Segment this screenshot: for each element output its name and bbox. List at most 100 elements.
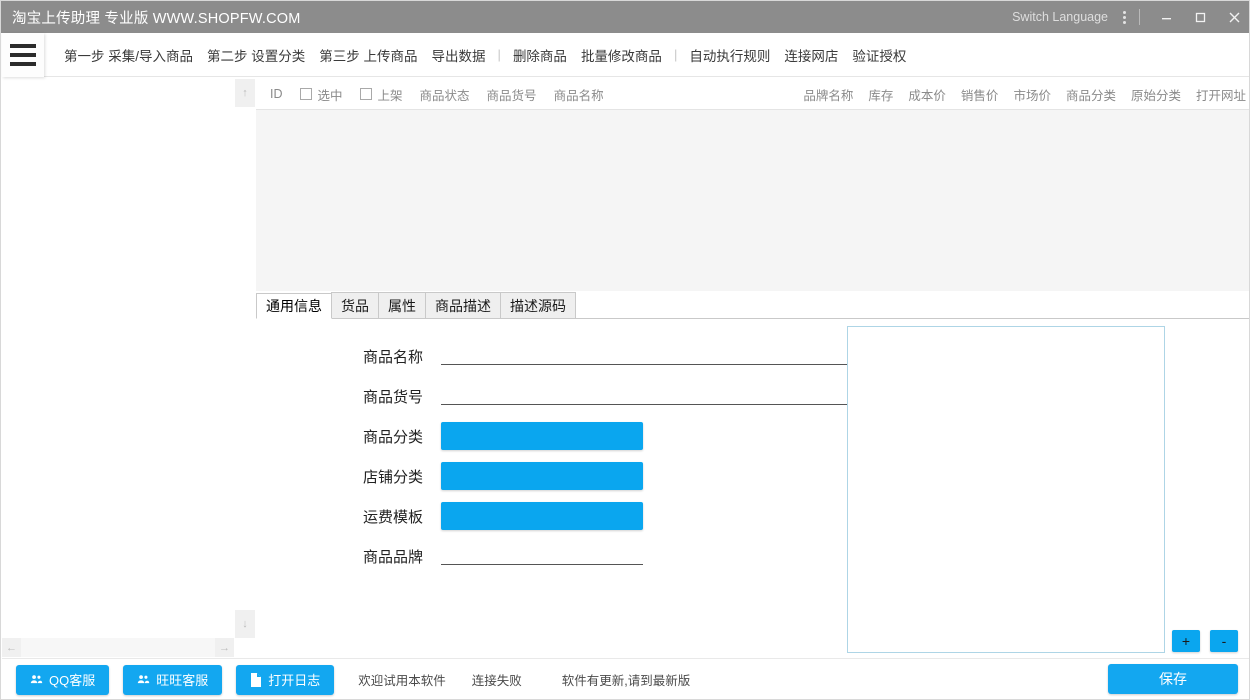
table-column-header-选中[interactable]: 选中 bbox=[299, 85, 343, 104]
table-column-header-ID[interactable]: ID bbox=[270, 87, 283, 101]
form-label: 商品货号 bbox=[362, 388, 423, 406]
form-label: 店铺分类 bbox=[362, 468, 423, 486]
menu-divider: | bbox=[497, 47, 501, 62]
remove-image-button[interactable]: - bbox=[1210, 630, 1238, 652]
scroll-down-icon[interactable]: ↓ bbox=[235, 610, 255, 638]
titlebar-divider bbox=[1139, 9, 1140, 25]
menu-divider: | bbox=[673, 47, 678, 62]
button-打开日志[interactable]: 打开日志 bbox=[236, 664, 335, 695]
status-text-2: 软件有更新,请到最新版 bbox=[561, 674, 691, 688]
people-icon bbox=[137, 673, 150, 686]
window-title: 淘宝上传助理 专业版 WWW.SHOPFW.COM bbox=[12, 10, 301, 27]
tab-2[interactable]: 属性 bbox=[378, 292, 426, 318]
form-label: 商品分类 bbox=[362, 428, 423, 446]
table-column-header-品牌名称[interactable]: 品牌名称 bbox=[803, 85, 853, 104]
table-column-header-成本价[interactable]: 成本价 bbox=[908, 85, 946, 104]
product-table: ID 选中 上架 商品状态 商品货号 商品名称 品牌名称 库存 成本价 销售价 市场价 商品分类 原始… bbox=[256, 79, 1249, 291]
table-column-header-库存[interactable]: 库存 bbox=[868, 85, 893, 104]
column-label: 市场价 bbox=[1013, 88, 1051, 103]
table-column-header-打开网址[interactable]: 打开网址 bbox=[1196, 85, 1246, 104]
table-body[interactable] bbox=[256, 110, 1249, 291]
tab-4[interactable]: 描述源码 bbox=[500, 292, 576, 318]
table-column-header-商品分类[interactable]: 商品分类 bbox=[1066, 85, 1116, 104]
checkbox-上架[interactable] bbox=[359, 88, 372, 100]
form-row-商品货号: 商品货号 bbox=[256, 381, 861, 411]
form-label: 商品名称 bbox=[362, 348, 423, 366]
minimize-icon[interactable] bbox=[1149, 1, 1183, 33]
application-window: 淘宝上传助理 专业版 WWW.SHOPFW.COM Switch Languag… bbox=[0, 0, 1250, 700]
dropdown-运费模板[interactable] bbox=[441, 502, 643, 530]
form-row-商品品牌: 商品品牌 bbox=[256, 541, 643, 571]
table-column-header-原始分类[interactable]: 原始分类 bbox=[1131, 85, 1181, 104]
vertical-scrollbar[interactable]: ↑ ↓ bbox=[235, 79, 255, 657]
form-row-商品名称: 商品名称 bbox=[256, 341, 861, 371]
table-column-header-市场价[interactable]: 市场价 bbox=[1013, 85, 1051, 104]
checkbox-选中[interactable] bbox=[299, 88, 312, 100]
column-label: 库存 bbox=[868, 88, 894, 103]
status-text-1: 连接失败 bbox=[471, 674, 522, 688]
column-label: 品牌名称 bbox=[803, 88, 854, 103]
menu-item-3[interactable]: 导出数据 bbox=[425, 41, 493, 69]
scroll-up-icon[interactable]: ↑ bbox=[235, 79, 255, 107]
column-label: 商品分类 bbox=[1065, 88, 1116, 103]
input-商品名称[interactable] bbox=[441, 348, 861, 365]
main-menu-bar: 第一步 采集/导入商品 第二步 设置分类 第三步 上传商品 导出数据 | 删除商品 批量修改… bbox=[44, 33, 1249, 77]
table-header-left-group: ID 选中 上架 商品状态 商品货号 商品名称 bbox=[256, 85, 604, 104]
horizontal-scroll-track[interactable] bbox=[21, 638, 215, 657]
detail-tabs: 通用信息 货品 属性 商品描述 描述源码 bbox=[256, 292, 1249, 319]
menu-item-9[interactable]: 连接网店 bbox=[777, 41, 845, 69]
maximize-icon[interactable] bbox=[1183, 1, 1217, 33]
more-options-icon[interactable] bbox=[1114, 1, 1134, 33]
table-column-header-商品名称[interactable]: 商品名称 bbox=[554, 85, 604, 104]
status-text-0: 欢迎试用本软件 bbox=[358, 674, 446, 688]
menu-item-0[interactable]: 第一步 采集/导入商品 bbox=[57, 41, 200, 69]
button-label: 旺旺客服 bbox=[156, 673, 209, 688]
tab-0[interactable]: 通用信息 bbox=[256, 293, 332, 319]
scroll-left-icon[interactable]: ← bbox=[2, 638, 21, 657]
close-icon[interactable] bbox=[1217, 1, 1249, 33]
column-label: 选中 bbox=[317, 88, 343, 103]
table-column-header-上架[interactable]: 上架 bbox=[359, 85, 403, 104]
table-header-row: ID 选中 上架 商品状态 商品货号 商品名称 品牌名称 库存 成本价 销售价 市场价 商品分类 原始… bbox=[256, 79, 1249, 110]
form-row-店铺分类: 店铺分类 bbox=[256, 461, 643, 491]
column-label: ID bbox=[270, 87, 283, 101]
column-label: 成本价 bbox=[908, 88, 946, 103]
column-label: 销售价 bbox=[960, 88, 999, 103]
title-bar: 淘宝上传助理 专业版 WWW.SHOPFW.COM Switch Languag… bbox=[1, 1, 1249, 33]
column-label: 商品名称 bbox=[553, 88, 604, 103]
form-row-运费模板: 运费模板 bbox=[256, 501, 643, 531]
button-旺旺客服[interactable]: 旺旺客服 bbox=[123, 664, 223, 695]
column-label: 打开网址 bbox=[1195, 88, 1246, 103]
input-商品货号[interactable] bbox=[441, 388, 861, 405]
horizontal-scrollbar[interactable]: ← → bbox=[2, 638, 234, 657]
input-商品品牌[interactable] bbox=[441, 548, 643, 565]
table-header-right-group: 品牌名称 库存 成本价 销售价 市场价 商品分类 原始分类 打开网址 bbox=[803, 85, 1249, 104]
menu-item-8[interactable]: 自动执行规则 bbox=[682, 41, 777, 69]
tab-1[interactable]: 货品 bbox=[331, 292, 379, 318]
table-column-header-商品状态[interactable]: 商品状态 bbox=[420, 85, 470, 104]
save-button[interactable]: 保存 bbox=[1108, 664, 1238, 694]
add-image-button[interactable]: + bbox=[1172, 630, 1200, 652]
tab-3[interactable]: 商品描述 bbox=[425, 292, 501, 318]
people-icon bbox=[30, 673, 43, 686]
dropdown-商品分类[interactable] bbox=[441, 422, 643, 450]
switch-language-button[interactable]: Switch Language bbox=[1006, 10, 1114, 24]
table-column-header-商品货号[interactable]: 商品货号 bbox=[487, 85, 537, 104]
menu-item-5[interactable]: 删除商品 bbox=[506, 41, 574, 69]
scroll-right-icon[interactable]: → bbox=[215, 638, 234, 657]
menu-item-1[interactable]: 第二步 设置分类 bbox=[200, 41, 312, 69]
status-bar: QQ客服 旺旺客服 打开日志 欢迎试用本软件 连接失败 软件有更新,请到最新版 bbox=[2, 658, 1249, 699]
title-bar-controls: Switch Language bbox=[1006, 1, 1249, 33]
button-QQ客服[interactable]: QQ客服 bbox=[16, 664, 110, 695]
menu-item-10[interactable]: 验证授权 bbox=[845, 41, 913, 69]
column-label: 商品状态 bbox=[419, 88, 470, 103]
dropdown-店铺分类[interactable] bbox=[441, 462, 643, 490]
table-column-header-销售价[interactable]: 销售价 bbox=[961, 85, 999, 104]
image-preview-box[interactable] bbox=[847, 326, 1165, 653]
document-icon bbox=[250, 672, 262, 687]
menu-item-6[interactable]: 批量修改商品 bbox=[574, 41, 669, 69]
hamburger-menu-icon[interactable] bbox=[2, 33, 44, 77]
menu-item-2[interactable]: 第三步 上传商品 bbox=[312, 41, 424, 69]
button-label: QQ客服 bbox=[49, 673, 96, 688]
column-label: 商品货号 bbox=[486, 88, 537, 103]
